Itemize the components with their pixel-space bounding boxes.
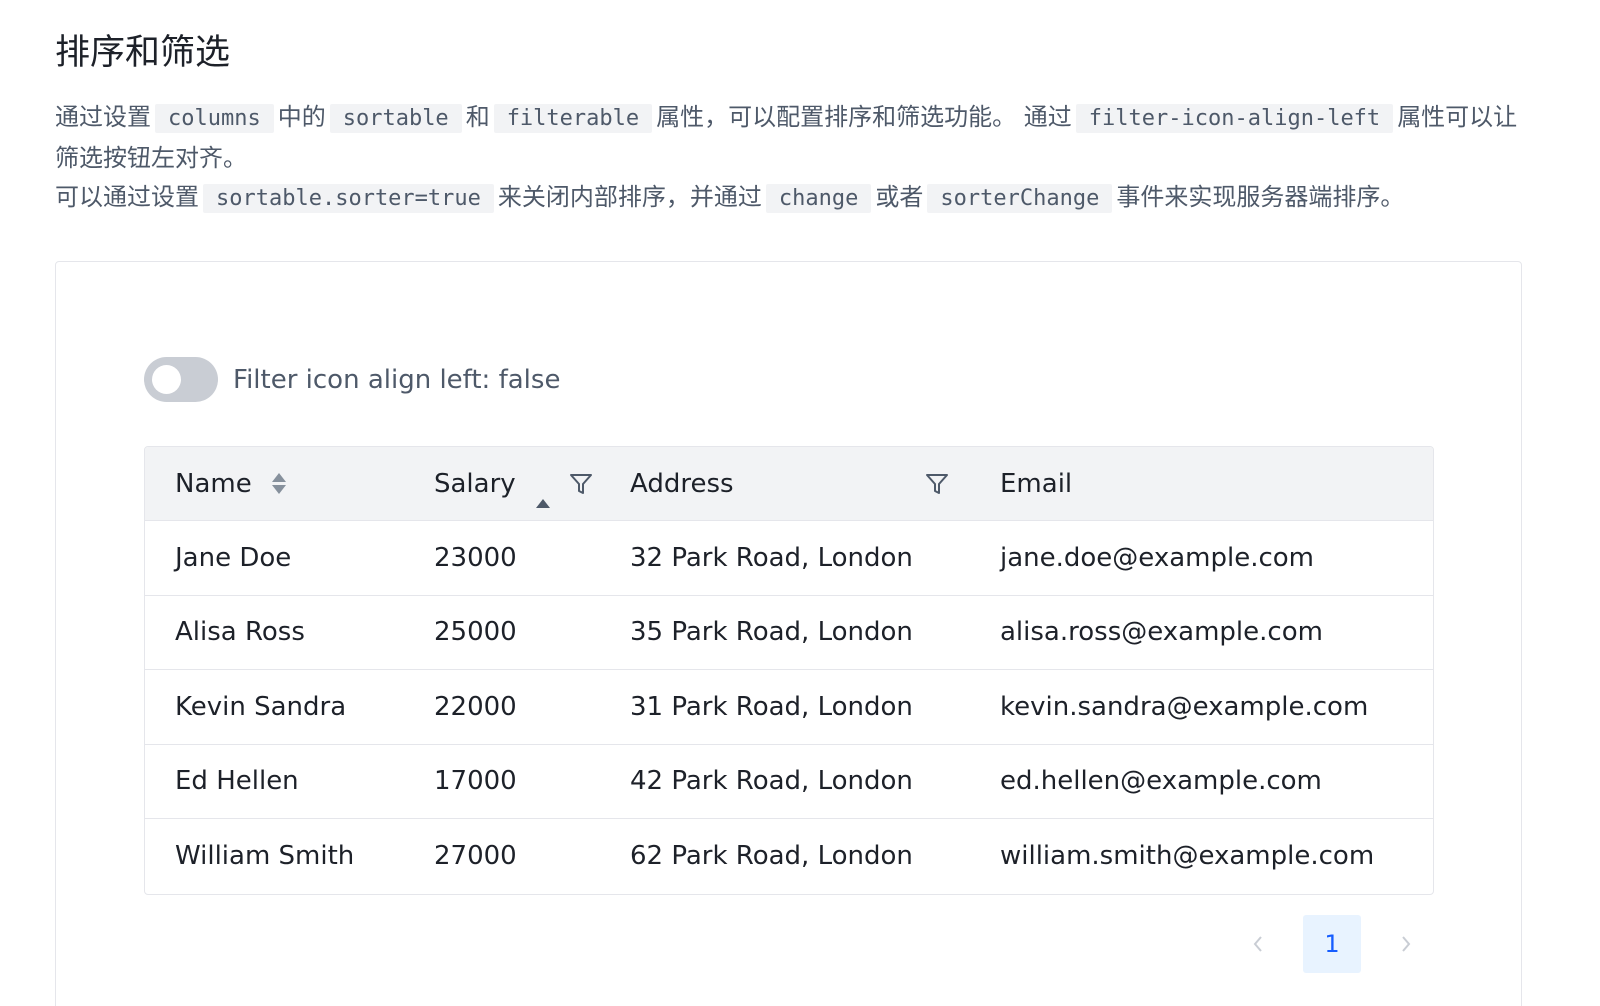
pagination: 1	[1229, 915, 1435, 973]
prev-page-button[interactable]	[1229, 915, 1287, 973]
cell-email: alisa.ross@example.com	[1000, 617, 1323, 648]
cell-name: Ed Hellen	[175, 766, 299, 797]
code-filter-icon-align-left: filter-icon-align-left	[1075, 104, 1394, 133]
header-name[interactable]: Name	[145, 447, 404, 520]
sort-up-arrow-icon	[271, 473, 286, 482]
header-salary[interactable]: Salary	[404, 447, 600, 520]
code-columns: columns	[155, 104, 274, 133]
header-address: Address	[600, 447, 970, 520]
cell-email: kevin.sandra@example.com	[1000, 691, 1369, 722]
cell-email: william.smith@example.com	[1000, 841, 1375, 872]
desc-text: 事件来实现服务器端排序。	[1116, 183, 1405, 211]
cell-salary: 23000	[434, 542, 517, 573]
header-address-label: Address	[630, 468, 734, 499]
switch-label: Filter icon align left: false	[233, 364, 561, 395]
desc-text: 属性，可以配置排序和筛选功能。 通过	[656, 103, 1072, 131]
desc-text: 中的	[277, 103, 326, 131]
code-sortable: sortable	[329, 104, 462, 133]
switch-knob	[152, 365, 181, 394]
cell-email: ed.hellen@example.com	[1000, 766, 1322, 797]
desc-text: 来关闭内部排序，并通过	[497, 183, 762, 211]
desc-text: 通过设置	[55, 103, 151, 131]
chevron-right-icon	[1402, 936, 1411, 952]
chevron-left-icon	[1253, 936, 1262, 952]
cell-name: Kevin Sandra	[175, 691, 347, 722]
cell-address: 32 Park Road, London	[630, 542, 913, 573]
cell-address: 35 Park Road, London	[630, 617, 913, 648]
cell-email: jane.doe@example.com	[1000, 542, 1315, 573]
code-change: change	[765, 184, 872, 213]
code-sorter-change: sorterChange	[927, 184, 1113, 213]
sort-down-arrow-icon	[271, 485, 286, 494]
cell-name: Alisa Ross	[175, 617, 305, 648]
cell-name: Jane Doe	[175, 542, 292, 573]
desc-text: 可以通过设置	[55, 183, 199, 211]
table-row: Kevin Sandra 22000 31 Park Road, London …	[145, 670, 1433, 745]
cell-address: 62 Park Road, London	[630, 841, 913, 872]
table-row: Jane Doe 23000 32 Park Road, London jane…	[145, 521, 1433, 596]
filter-icon[interactable]	[566, 469, 596, 499]
cell-salary: 25000	[434, 617, 517, 648]
header-email-label: Email	[1000, 468, 1073, 499]
table-row: Alisa Ross 25000 35 Park Road, London al…	[145, 596, 1433, 670]
page: 排序和筛选 通过设置 columns 中的 sortable 和 filterable 属性…	[0, 0, 1600, 1006]
code-filterable: filterable	[493, 104, 653, 133]
filter-funnel-icon	[569, 473, 592, 494]
next-page-button[interactable]	[1377, 915, 1435, 973]
table-row: Ed Hellen 17000 42 Park Road, London ed.…	[145, 745, 1433, 819]
desc-text: 和	[465, 103, 490, 131]
cell-address: 31 Park Road, London	[630, 691, 913, 722]
code-sorter-true: sortable.sorter=true	[203, 184, 494, 213]
cell-address: 42 Park Road, London	[630, 766, 913, 797]
cell-salary: 22000	[434, 691, 517, 722]
filter-align-switch[interactable]	[144, 357, 218, 402]
cell-salary: 27000	[434, 841, 517, 872]
description: 通过设置 columns 中的 sortable 和 filterable 属性，可以配置排…	[55, 98, 1535, 219]
sort-icon[interactable]	[271, 473, 286, 494]
page-button-1[interactable]: 1	[1303, 915, 1361, 973]
sort-ascend-icon[interactable]	[535, 468, 550, 508]
cell-name: William Smith	[175, 841, 355, 872]
table-header: Name Salary Address Email	[145, 447, 1433, 521]
cell-salary: 17000	[434, 766, 517, 797]
page-title: 排序和筛选	[55, 33, 231, 73]
filter-align-switch-row: Filter icon align left: false	[144, 357, 560, 402]
desc-text: 或者	[875, 183, 924, 211]
data-table: Name Salary Address Email Jane Doe 23000…	[144, 446, 1434, 895]
table-row: William Smith 27000 62 Park Road, London…	[145, 819, 1433, 894]
header-name-label: Name	[175, 468, 252, 499]
filter-funnel-icon	[926, 474, 948, 494]
description-paragraph-2: 可以通过设置 sortable.sorter=true 来关闭内部排序，并通过 cha…	[55, 178, 1535, 219]
header-email: Email	[970, 447, 1433, 520]
description-paragraph-1: 通过设置 columns 中的 sortable 和 filterable 属性，可以配置排…	[55, 98, 1535, 178]
filter-icon[interactable]	[922, 469, 952, 499]
header-salary-label: Salary	[434, 468, 516, 499]
sort-up-arrow-icon	[535, 468, 550, 508]
